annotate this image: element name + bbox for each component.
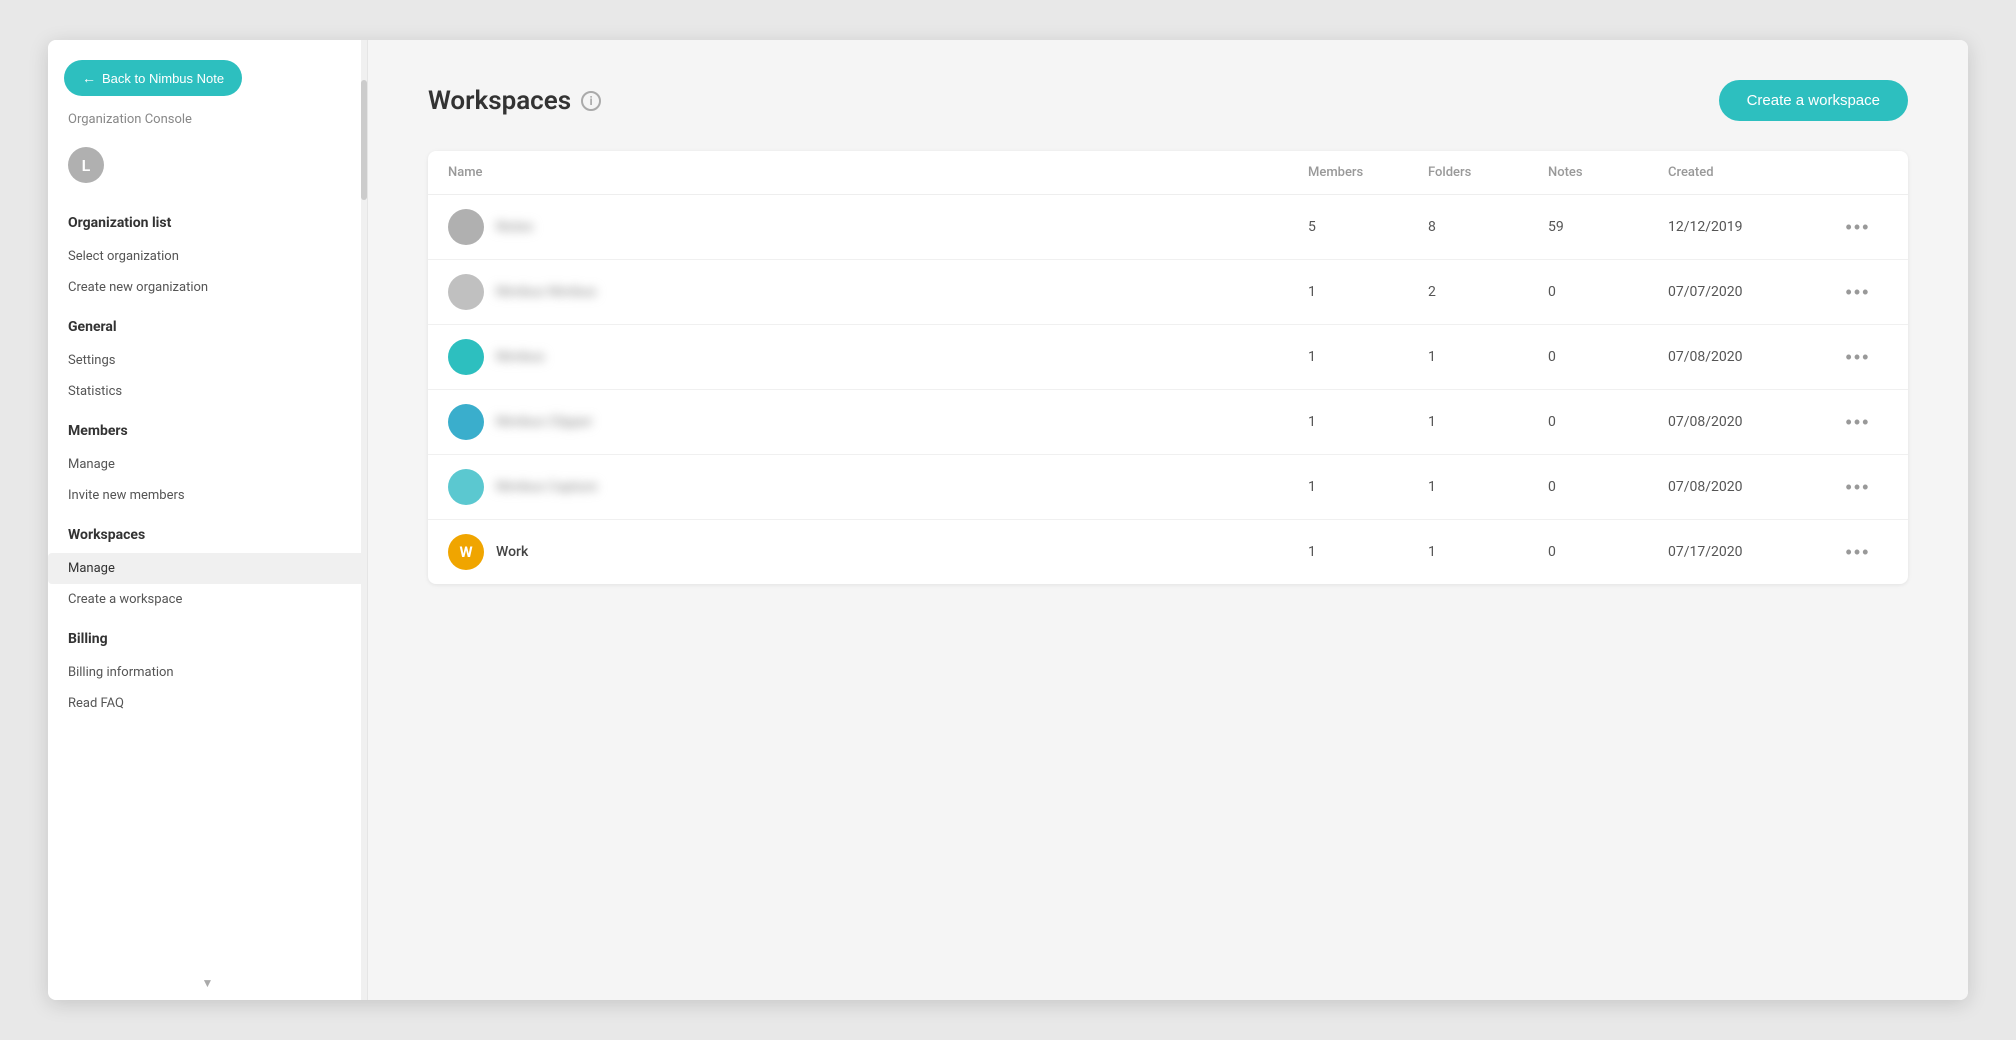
sidebar-section-general: General (48, 303, 367, 345)
workspace-avatar (448, 469, 484, 505)
org-console-label: Organization Console (48, 112, 367, 139)
workspace-created: 07/08/2020 (1668, 349, 1828, 365)
workspace-members: 5 (1308, 219, 1428, 235)
header-name: Name (448, 165, 1308, 180)
workspace-created: 07/08/2020 (1668, 479, 1828, 495)
workspace-name-cell: Nimbus (448, 339, 1308, 375)
section-title-workspaces: Workspaces (68, 527, 347, 543)
scrollbar-thumb[interactable] (361, 80, 367, 200)
workspace-folders: 2 (1428, 284, 1548, 300)
header-actions (1828, 165, 1888, 180)
workspace-more-button[interactable]: ••• (1828, 213, 1888, 242)
workspace-notes: 0 (1548, 414, 1668, 430)
workspace-avatar (448, 274, 484, 310)
section-title-members: Members (68, 423, 347, 439)
section-title-billing: Billing (68, 631, 347, 647)
back-arrow-icon: ← (82, 70, 96, 86)
section-title-org-list: Organization list (68, 215, 347, 231)
table-row: Nimbus Clipper 1 1 0 07/08/2020 ••• (428, 390, 1908, 455)
workspace-name: Notes (496, 219, 533, 235)
page-title-row: Workspaces i (428, 86, 601, 116)
sidebar-item-create-workspace[interactable]: Create a workspace (48, 584, 367, 615)
workspace-notes: 59 (1548, 219, 1668, 235)
workspace-name-cell: Notes (448, 209, 1308, 245)
table-header: Name Members Folders Notes Created (428, 151, 1908, 195)
workspace-name: Nimbus Capture (496, 479, 597, 495)
workspace-notes: 0 (1548, 349, 1668, 365)
sidebar: ← Back to Nimbus Note Organization Conso… (48, 40, 368, 1000)
workspace-avatar (448, 404, 484, 440)
scroll-down-indicator: ▼ (202, 976, 214, 990)
workspace-members: 1 (1308, 284, 1428, 300)
workspace-created: 07/08/2020 (1668, 414, 1828, 430)
workspace-folders: 8 (1428, 219, 1548, 235)
workspace-more-button[interactable]: ••• (1828, 278, 1888, 307)
workspace-table: Name Members Folders Notes Created Notes… (428, 151, 1908, 584)
sidebar-section-members: Members (48, 407, 367, 449)
workspace-notes: 0 (1548, 544, 1668, 560)
sidebar-section-workspaces: Workspaces (48, 511, 367, 553)
sidebar-item-read-faq[interactable]: Read FAQ (48, 688, 367, 719)
workspace-folders: 1 (1428, 479, 1548, 495)
workspace-more-button[interactable]: ••• (1828, 408, 1888, 437)
workspace-members: 1 (1308, 349, 1428, 365)
workspace-folders: 1 (1428, 349, 1548, 365)
workspace-notes: 0 (1548, 479, 1668, 495)
sidebar-section-billing: Billing (48, 615, 367, 657)
sidebar-item-members-manage[interactable]: Manage (48, 449, 367, 480)
table-row: Nimbus Capture 1 1 0 07/08/2020 ••• (428, 455, 1908, 520)
table-row: Nimbus Nimbus 1 2 0 07/07/2020 ••• (428, 260, 1908, 325)
workspace-folders: 1 (1428, 544, 1548, 560)
workspace-created: 07/07/2020 (1668, 284, 1828, 300)
create-workspace-header-button[interactable]: Create a workspace (1719, 80, 1908, 121)
workspace-name: Nimbus Clipper (496, 414, 593, 430)
workspace-name-cell: Nimbus Capture (448, 469, 1308, 505)
header-created: Created (1668, 165, 1828, 180)
sidebar-item-invite-new-members[interactable]: Invite new members (48, 480, 367, 511)
workspace-more-button[interactable]: ••• (1828, 538, 1888, 567)
header-members: Members (1308, 165, 1428, 180)
workspace-name-cell: Nimbus Nimbus (448, 274, 1308, 310)
back-to-nimbus-button[interactable]: ← Back to Nimbus Note (64, 60, 242, 96)
page-header: Workspaces i Create a workspace (428, 80, 1908, 121)
sidebar-section-org: Organization list (48, 199, 367, 241)
workspace-members: 1 (1308, 414, 1428, 430)
workspace-more-button[interactable]: ••• (1828, 473, 1888, 502)
page-title: Workspaces (428, 86, 571, 116)
workspace-members: 1 (1308, 479, 1428, 495)
user-avatar-row: L (48, 139, 367, 199)
workspace-name-cell: Nimbus Clipper (448, 404, 1308, 440)
main-content: Workspaces i Create a workspace Name Mem… (368, 40, 1968, 1000)
workspace-name-cell: W Work (448, 534, 1308, 570)
table-row: Notes 5 8 59 12/12/2019 ••• (428, 195, 1908, 260)
workspace-avatar (448, 339, 484, 375)
workspace-folders: 1 (1428, 414, 1548, 430)
sidebar-item-create-new-organization[interactable]: Create new organization (48, 272, 367, 303)
workspace-name: Nimbus (496, 349, 545, 365)
workspace-notes: 0 (1548, 284, 1668, 300)
workspace-created: 12/12/2019 (1668, 219, 1828, 235)
section-title-general: General (68, 319, 347, 335)
table-row: Nimbus 1 1 0 07/08/2020 ••• (428, 325, 1908, 390)
workspace-name: Work (496, 544, 528, 560)
scrollbar-track (361, 40, 367, 1000)
avatar: L (68, 147, 104, 183)
sidebar-item-select-organization[interactable]: Select organization (48, 241, 367, 272)
info-icon[interactable]: i (581, 91, 601, 111)
back-button-label: Back to Nimbus Note (102, 71, 224, 86)
workspace-created: 07/17/2020 (1668, 544, 1828, 560)
sidebar-item-workspaces-manage[interactable]: Manage (48, 553, 367, 584)
sidebar-item-settings[interactable]: Settings (48, 345, 367, 376)
workspace-members: 1 (1308, 544, 1428, 560)
workspace-avatar: W (448, 534, 484, 570)
sidebar-nav: Organization list Select organization Cr… (48, 199, 367, 1000)
workspace-avatar (448, 209, 484, 245)
table-row: W Work 1 1 0 07/17/2020 ••• (428, 520, 1908, 584)
header-notes: Notes (1548, 165, 1668, 180)
sidebar-item-billing-information[interactable]: Billing information (48, 657, 367, 688)
workspace-more-button[interactable]: ••• (1828, 343, 1888, 372)
workspace-name: Nimbus Nimbus (496, 284, 597, 300)
sidebar-item-statistics[interactable]: Statistics (48, 376, 367, 407)
header-folders: Folders (1428, 165, 1548, 180)
